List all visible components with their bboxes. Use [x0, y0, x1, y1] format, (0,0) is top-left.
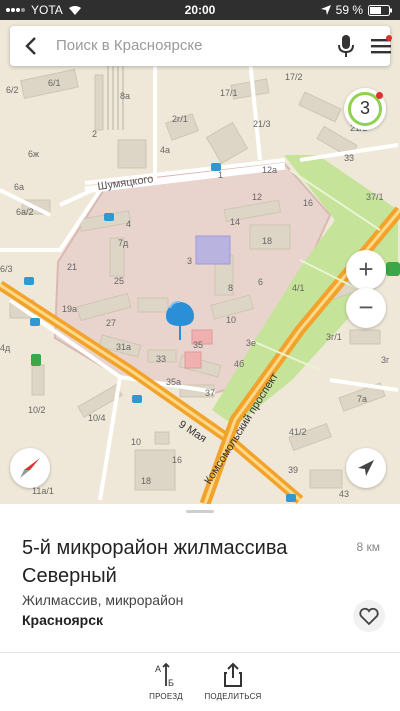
search-bar[interactable]: Поиск в Красноярске	[10, 26, 392, 66]
svg-text:4б: 4б	[234, 359, 244, 369]
zoom-out-button[interactable]: −	[346, 288, 386, 328]
place-title: 5-й микрорайон жилмассива Северный	[22, 537, 288, 587]
battery-icon	[368, 4, 392, 16]
svg-text:8: 8	[228, 283, 233, 293]
pharmacy-icon	[386, 262, 400, 276]
svg-text:16: 16	[303, 198, 313, 208]
svg-text:21/3: 21/3	[253, 119, 271, 129]
svg-text:8а: 8а	[120, 91, 130, 101]
compass-button[interactable]	[10, 448, 50, 488]
svg-text:6/3: 6/3	[0, 264, 13, 274]
svg-text:7д: 7д	[118, 238, 129, 248]
search-input[interactable]: Поиск в Красноярске	[56, 37, 202, 54]
share-label: ПОДЕЛИТЬСЯ	[204, 692, 262, 701]
share-button[interactable]: ПОДЕЛИТЬСЯ	[193, 662, 273, 701]
svg-text:4: 4	[126, 219, 131, 229]
svg-text:43: 43	[339, 489, 349, 499]
map-view[interactable]: Шумяцкого 9 Мая Комсомольский проспект 6…	[0, 20, 400, 504]
place-distance: 8 км	[356, 540, 380, 554]
svg-text:19а: 19а	[62, 304, 77, 314]
place-card[interactable]: 5-й микрорайон жилмассива Северный 8 км …	[0, 504, 400, 711]
svg-text:41/2: 41/2	[289, 427, 307, 437]
svg-text:4а: 4а	[160, 145, 170, 155]
svg-text:12а: 12а	[262, 165, 277, 175]
status-bar: YOTA 20:00 59 %	[0, 0, 400, 20]
svg-text:6/1: 6/1	[48, 78, 61, 88]
svg-text:10: 10	[226, 315, 236, 325]
svg-text:3г/1: 3г/1	[326, 332, 342, 342]
svg-text:10/2: 10/2	[28, 405, 46, 415]
battery-label: 59 %	[335, 3, 363, 17]
heart-icon	[359, 607, 379, 626]
svg-text:6ж: 6ж	[28, 149, 39, 159]
svg-text:10: 10	[131, 437, 141, 447]
favorite-button[interactable]	[353, 600, 385, 632]
svg-text:17/1: 17/1	[220, 88, 238, 98]
svg-text:7а: 7а	[357, 394, 367, 404]
place-city: Красноярск	[22, 612, 104, 628]
svg-text:33: 33	[156, 354, 166, 364]
location-arrow-icon	[320, 5, 331, 15]
svg-text:4д: 4д	[0, 343, 11, 353]
microphone-icon[interactable]	[336, 34, 356, 58]
svg-text:18: 18	[262, 236, 272, 246]
svg-text:37/1: 37/1	[366, 192, 384, 202]
zoom-in-button[interactable]: +	[346, 250, 386, 290]
my-location-button[interactable]	[346, 448, 386, 488]
back-arrow-icon[interactable]	[20, 34, 44, 58]
svg-text:37: 37	[205, 388, 215, 398]
svg-text:16: 16	[172, 455, 182, 465]
svg-text:39: 39	[288, 465, 298, 475]
svg-text:3: 3	[187, 256, 192, 266]
svg-text:21: 21	[67, 262, 77, 272]
gas-station-icon	[31, 354, 41, 366]
svg-text:6/2: 6/2	[6, 85, 19, 95]
share-icon	[224, 662, 242, 687]
traffic-indicator-dot	[376, 92, 383, 99]
navigation-arrow-icon	[358, 460, 374, 476]
sheet-drag-handle[interactable]	[186, 510, 214, 513]
svg-text:Б: Б	[168, 678, 174, 688]
svg-text:27: 27	[106, 318, 116, 328]
svg-text:А: А	[155, 664, 161, 674]
svg-text:17/2: 17/2	[285, 72, 303, 82]
svg-text:12: 12	[252, 192, 262, 202]
divider	[0, 652, 400, 653]
map-canvas: Шумяцкого 9 Мая Комсомольский проспект 6…	[0, 59, 400, 504]
traffic-level: 3	[359, 98, 370, 118]
school-building	[195, 235, 231, 265]
svg-text:4/1: 4/1	[292, 283, 305, 293]
svg-text:6а: 6а	[14, 182, 24, 192]
svg-text:1: 1	[218, 170, 223, 180]
svg-text:35а: 35а	[166, 377, 181, 387]
svg-text:6а/2: 6а/2	[16, 207, 34, 217]
svg-text:31а: 31а	[116, 342, 131, 352]
route-icon: А Б	[155, 662, 174, 688]
svg-text:10/4: 10/4	[88, 413, 106, 423]
traffic-button[interactable]: 3	[344, 88, 386, 130]
svg-text:2г/1: 2г/1	[172, 114, 188, 124]
svg-text:2: 2	[92, 129, 97, 139]
svg-text:33: 33	[344, 153, 354, 163]
svg-text:35: 35	[193, 340, 203, 350]
svg-text:3г: 3г	[381, 355, 390, 365]
menu-icon[interactable]	[370, 35, 392, 57]
compass-icon	[20, 458, 40, 478]
svg-text:3е: 3е	[246, 338, 256, 348]
place-type: Жилмассив, микрорайон	[22, 592, 184, 608]
svg-text:18: 18	[141, 476, 151, 486]
svg-text:6: 6	[258, 277, 263, 287]
svg-text:14: 14	[230, 217, 240, 227]
